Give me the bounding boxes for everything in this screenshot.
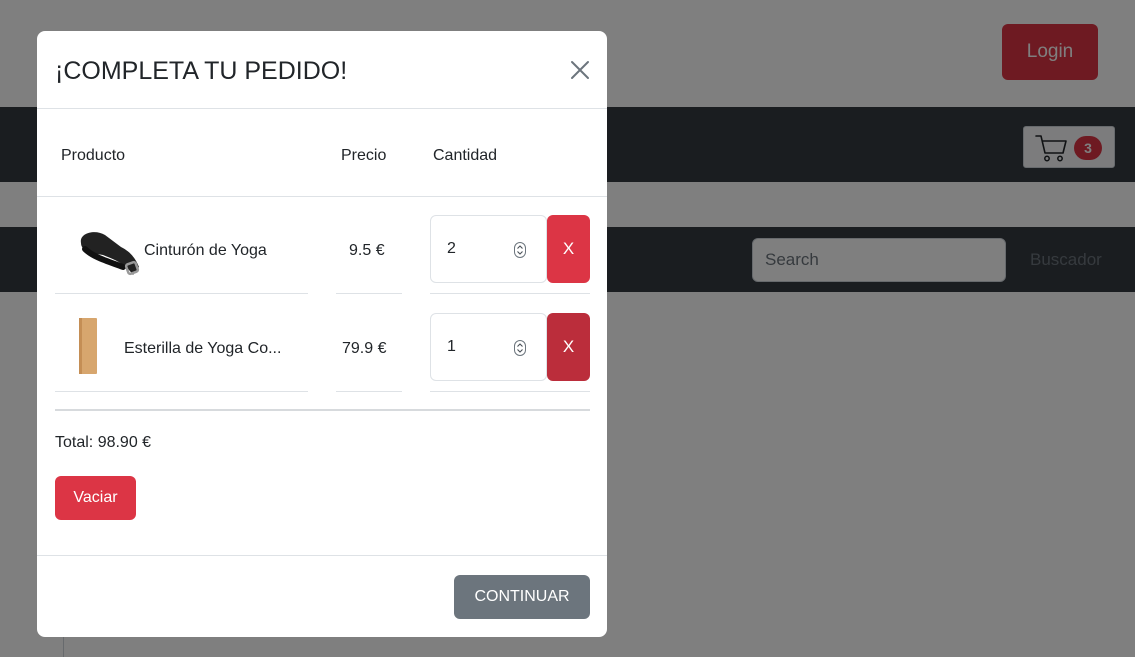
yoga-mat-image xyxy=(79,318,97,374)
order-total: Total: 98.90 € xyxy=(55,434,152,451)
row-divider xyxy=(336,391,402,392)
modal-footer-divider xyxy=(37,555,607,556)
modal-title: ¡COMPLETA TU PEDIDO! xyxy=(55,57,348,85)
column-header-quantity: Cantidad xyxy=(433,147,498,164)
product-name: Cinturón de Yoga xyxy=(144,242,267,259)
yoga-strap-image xyxy=(80,232,140,276)
row-divider xyxy=(430,391,590,392)
close-icon xyxy=(571,61,589,79)
product-price: 9.5 € xyxy=(349,242,385,259)
row-divider xyxy=(430,293,590,294)
close-button[interactable] xyxy=(565,55,595,85)
stepper-arrows-icon xyxy=(514,242,526,258)
stepper-arrows-icon xyxy=(514,340,526,356)
column-header-product: Producto xyxy=(61,147,126,164)
order-modal: ¡COMPLETA TU PEDIDO! Producto Precio Can… xyxy=(37,31,607,637)
quantity-value: 1 xyxy=(447,338,456,355)
continue-button[interactable]: CONTINUAR xyxy=(454,575,590,619)
clear-cart-button[interactable]: Vaciar xyxy=(55,476,136,520)
quantity-stepper[interactable]: 2 xyxy=(430,215,547,283)
modal-header: ¡COMPLETA TU PEDIDO! xyxy=(37,31,607,109)
column-header-price: Precio xyxy=(341,147,387,164)
table-header-divider xyxy=(37,196,607,197)
product-price: 79.9 € xyxy=(342,340,387,357)
remove-item-button[interactable]: X xyxy=(547,215,590,283)
quantity-value: 2 xyxy=(447,240,456,257)
remove-item-button[interactable]: X xyxy=(547,313,590,381)
product-name: Esterilla de Yoga Co... xyxy=(124,340,282,357)
row-divider xyxy=(55,293,308,294)
row-divider xyxy=(336,293,402,294)
totals-divider xyxy=(55,409,590,411)
quantity-stepper[interactable]: 1 xyxy=(430,313,547,381)
row-divider xyxy=(55,391,308,392)
